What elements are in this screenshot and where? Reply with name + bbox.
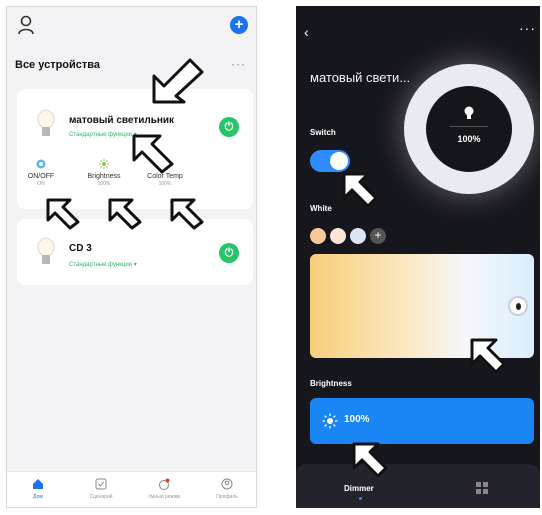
tab-smart-mode[interactable]: Умный режим: [134, 478, 194, 500]
temperature-handle[interactable]: [508, 296, 528, 316]
color-swatch-warm[interactable]: [310, 228, 326, 244]
tab-home[interactable]: Дом: [8, 478, 68, 500]
device-list-screen: + Все устройства ··· матовый светильник …: [6, 6, 257, 508]
power-button[interactable]: ⏻: [219, 117, 239, 137]
sun-icon: [322, 413, 338, 429]
bulb-icon: [37, 109, 55, 136]
device-title: матовый свети...: [310, 70, 411, 85]
control-value: ON: [37, 181, 45, 187]
annotation-arrow-icon: [46, 198, 80, 230]
color-swatch-neutral[interactable]: [330, 228, 346, 244]
device-name: CD 3: [69, 243, 92, 254]
annotation-arrow-icon: [342, 172, 378, 208]
brightness-slider[interactable]: 100%: [310, 398, 534, 444]
tab-profile[interactable]: Профиль: [197, 478, 256, 500]
color-swatch-cool[interactable]: [350, 228, 366, 244]
tab-scenario[interactable]: Сценарий: [71, 478, 131, 500]
power-button[interactable]: ⏻: [219, 243, 239, 263]
profile-icon: [221, 478, 233, 490]
power-toggle-icon: [36, 159, 46, 169]
user-icon[interactable]: [17, 15, 35, 35]
control-label: Color Temp: [147, 173, 183, 180]
top-bar: +: [7, 7, 256, 45]
checklist-icon: [95, 478, 107, 490]
annotation-arrow-icon: [108, 198, 142, 230]
tab-dimmer[interactable]: Dimmer: [344, 484, 374, 493]
annotation-arrow-icon: [170, 198, 204, 230]
sun-icon: [99, 159, 109, 169]
brightness-label: Brightness: [310, 379, 352, 388]
bottom-tab-bar: Дом Сценарий Умный режим Профиль: [7, 471, 256, 507]
add-device-button[interactable]: +: [230, 16, 248, 34]
smart-mode-icon: [159, 478, 170, 490]
back-icon[interactable]: ‹: [304, 24, 309, 40]
switch-label: Switch: [310, 128, 336, 137]
home-icon: [33, 479, 43, 489]
brightness-dial[interactable]: 100%: [404, 64, 534, 194]
device-functions-link[interactable]: Стандартные функции ▾: [69, 131, 137, 138]
bulb-icon: [37, 237, 55, 264]
annotation-arrow-icon: [152, 58, 204, 104]
more-menu-button[interactable]: ···: [519, 20, 536, 36]
device-name: матовый светильник: [69, 115, 175, 126]
control-brightness[interactable]: Brightness 100%: [74, 159, 134, 187]
power-switch[interactable]: [310, 150, 350, 172]
tab-label: Профиль: [216, 494, 238, 500]
white-label: White: [310, 204, 332, 213]
dial-value: 100%: [457, 134, 481, 144]
bulb-icon: [464, 106, 474, 119]
control-value: 100%: [97, 181, 111, 187]
tab-label: Дом: [33, 494, 43, 500]
tab-label: Сценарий: [89, 494, 113, 500]
add-swatch-button[interactable]: +: [370, 228, 386, 244]
annotation-arrow-icon: [132, 134, 174, 174]
tab-label: Умный режим: [147, 494, 180, 500]
bottom-tab-bar: Dimmer: [296, 464, 540, 508]
device-control-screen: ‹ ··· матовый свети... 100% Switch White…: [296, 6, 540, 508]
active-tab-indicator: [359, 497, 362, 500]
device-functions-link[interactable]: Стандартные функции ▾: [69, 261, 137, 268]
more-menu-button[interactable]: ···: [231, 57, 246, 71]
divider: [450, 126, 488, 127]
control-on-off[interactable]: ON/OFF ON: [11, 159, 71, 187]
annotation-arrow-icon: [352, 442, 388, 478]
control-label: Brightness: [87, 173, 121, 180]
page-title: Все устройства: [15, 59, 101, 71]
annotation-arrow-icon: [470, 338, 506, 374]
brightness-value: 100%: [344, 414, 370, 425]
control-label: ON/OFF: [27, 173, 55, 180]
dial-center: 100%: [426, 86, 512, 172]
control-value: 100%: [158, 181, 172, 187]
grid-icon[interactable]: [476, 482, 488, 494]
switch-knob: [330, 152, 348, 170]
